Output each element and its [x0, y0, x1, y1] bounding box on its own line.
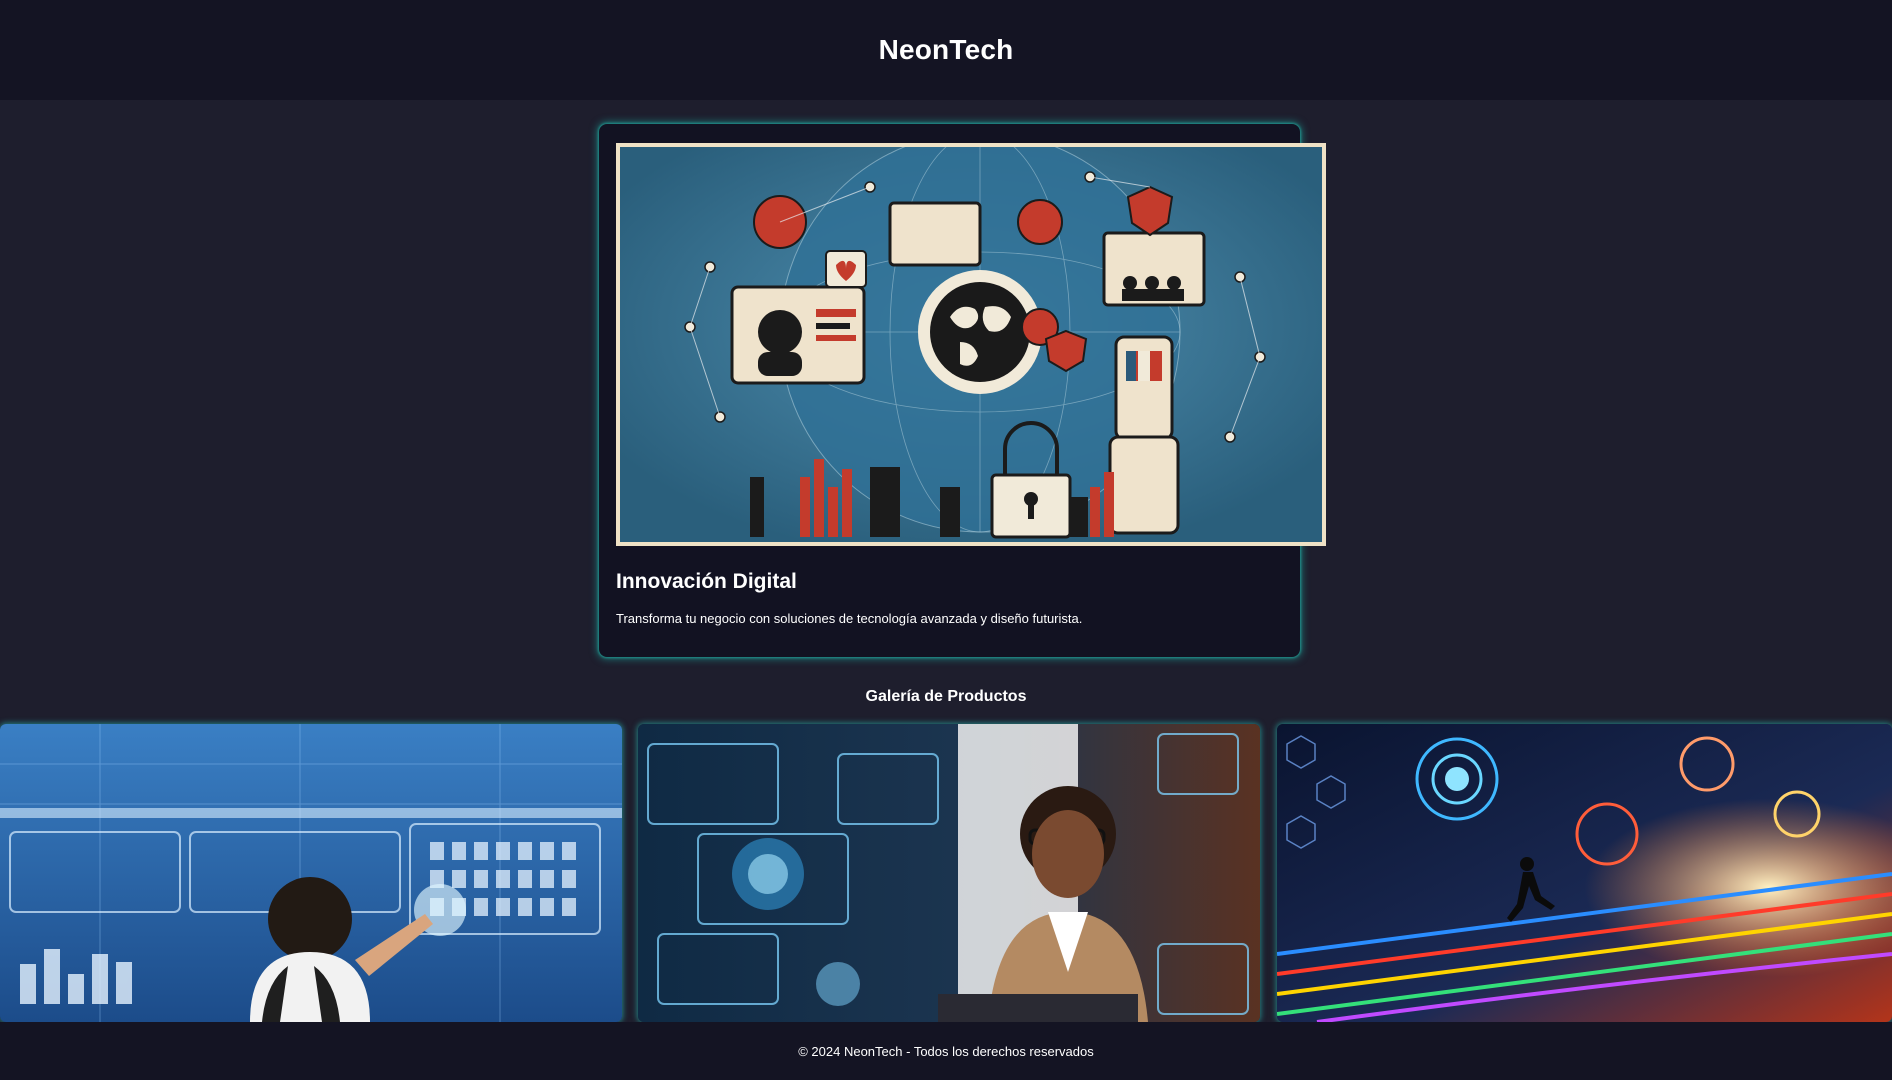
feature-title: Innovación Digital	[616, 570, 797, 593]
site-header: NeonTech	[0, 0, 1892, 100]
gallery-image-1	[0, 724, 622, 1022]
gallery-title: Galería de Productos	[865, 688, 1027, 705]
gallery-item-1[interactable]	[0, 724, 622, 1022]
feature-illustration	[620, 147, 1322, 542]
footer-copyright: © 2024 NeonTech - Todos los derechos res…	[798, 1043, 1094, 1059]
feature-description: Transforma tu negocio con soluciones de …	[616, 611, 1083, 626]
gallery-item-3[interactable]	[1277, 724, 1892, 1022]
brand-title: NeonTech	[878, 34, 1014, 65]
feature-card: Innovación Digital Transforma tu negocio…	[599, 124, 1326, 657]
product-gallery	[0, 724, 1892, 1022]
gallery-item-2[interactable]	[638, 724, 1260, 1022]
site-footer: © 2024 NeonTech - Todos los derechos res…	[0, 1022, 1892, 1080]
gallery-image-2	[638, 724, 1260, 1022]
gallery-image-3	[1277, 724, 1892, 1022]
feature-image	[616, 143, 1326, 546]
